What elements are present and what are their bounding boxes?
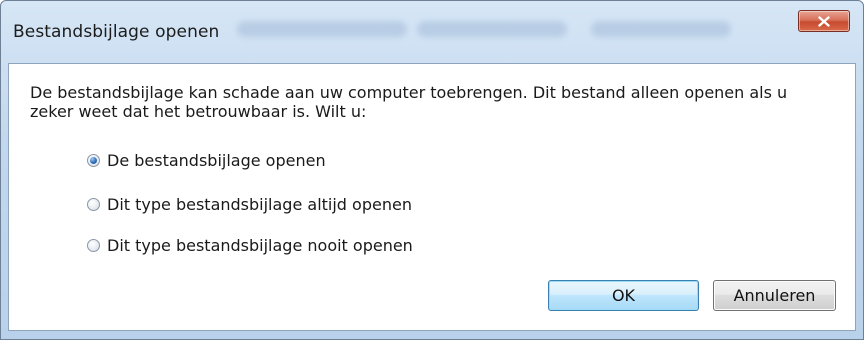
- radio-button-selected[interactable]: [87, 153, 100, 167]
- option-label[interactable]: De bestandsbijlage openen: [107, 151, 326, 170]
- backdrop-blur: [237, 21, 407, 37]
- radio-button[interactable]: [87, 197, 100, 211]
- ok-button[interactable]: OK: [548, 280, 699, 311]
- dialog-content: De bestandsbijlage kan schade aan uw com…: [8, 63, 856, 331]
- dialog-window: Bestandsbijlage openen De bestandsbijlag…: [0, 0, 864, 340]
- option-always-open[interactable]: Dit type bestandsbijlage altijd openen: [87, 194, 412, 214]
- backdrop-blur: [417, 21, 567, 37]
- option-open-attachment[interactable]: De bestandsbijlage openen: [87, 150, 326, 170]
- title-bar[interactable]: Bestandsbijlage openen: [1, 1, 863, 61]
- close-button[interactable]: [798, 10, 850, 32]
- option-label[interactable]: Dit type bestandsbijlage altijd openen: [107, 195, 412, 214]
- dialog-title: Bestandsbijlage openen: [13, 22, 220, 42]
- option-label[interactable]: Dit type bestandsbijlage nooit openen: [107, 236, 413, 255]
- cancel-button[interactable]: Annuleren: [713, 280, 836, 311]
- radio-button[interactable]: [87, 238, 100, 252]
- close-icon: [818, 15, 830, 27]
- option-never-open[interactable]: Dit type bestandsbijlage nooit openen: [87, 235, 413, 255]
- warning-message: De bestandsbijlage kan schade aan uw com…: [30, 83, 788, 121]
- backdrop-blur: [591, 21, 731, 37]
